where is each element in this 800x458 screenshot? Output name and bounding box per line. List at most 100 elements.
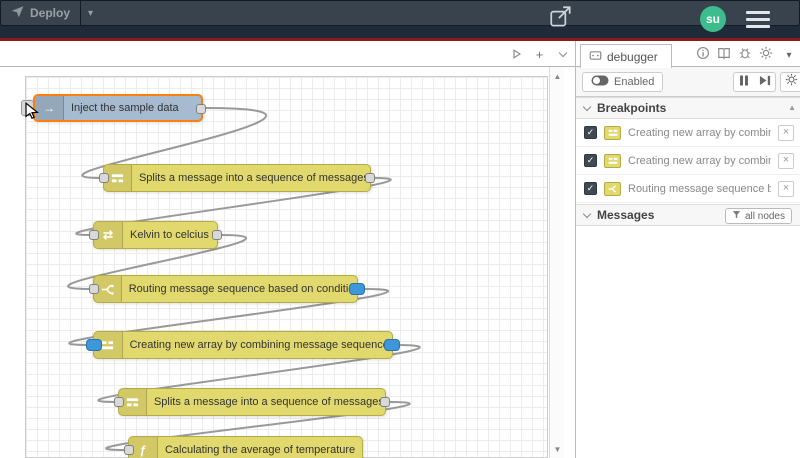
gear-icon xyxy=(759,46,773,65)
node-label: Creating new array by combining message … xyxy=(129,339,389,351)
export-icon xyxy=(548,4,574,35)
breakpoint-label: Routing message sequence based on condit… xyxy=(628,182,771,195)
remove-breakpoint-button[interactable]: × xyxy=(778,124,794,141)
chevron-down-icon: ▾ xyxy=(786,49,792,61)
pause-button[interactable] xyxy=(733,72,755,92)
input-port[interactable] xyxy=(124,445,134,455)
check-icon: ✓ xyxy=(586,183,595,193)
message-filter-button[interactable]: all nodes xyxy=(724,208,792,224)
debugger-enabled-toggle[interactable]: Enabled xyxy=(582,72,664,92)
debugger-settings-button[interactable] xyxy=(780,72,800,92)
input-port[interactable] xyxy=(99,173,109,183)
remove-breakpoint-button[interactable]: × xyxy=(778,152,794,169)
node-function[interactable]: ƒ Calculating the average of temperature xyxy=(124,436,363,458)
debugger-tab-label: debugger xyxy=(607,49,658,64)
toggle-on-icon xyxy=(591,75,609,89)
enabled-label: Enabled xyxy=(614,76,655,88)
step-forward-icon xyxy=(759,73,771,91)
avatar-initials: su xyxy=(705,12,720,26)
input-port[interactable] xyxy=(89,284,99,294)
deploy-options-button[interactable]: ▾ xyxy=(80,1,100,25)
join-mini-node-icon xyxy=(604,125,621,140)
scroll-up-button[interactable]: ▲ xyxy=(550,69,565,83)
breakpoint-label: Creating new array by combining message … xyxy=(628,126,771,139)
breakpoint-checkbox[interactable]: ✓ xyxy=(584,154,597,167)
sidebar-tab-debug[interactable] xyxy=(734,46,755,64)
input-port[interactable] xyxy=(89,230,99,240)
debugger-tab-icon xyxy=(589,49,602,65)
deploy-button[interactable]: Deploy ▾ xyxy=(0,0,800,26)
node-label: Kelvin to celcius xyxy=(130,229,209,241)
main-menu-button[interactable] xyxy=(744,8,772,30)
plus-icon: + xyxy=(535,46,544,62)
flow-list-button[interactable] xyxy=(551,44,574,64)
pause-icon xyxy=(739,73,749,91)
node-split[interactable]: Splits a message into a sequence of mess… xyxy=(114,388,390,416)
check-icon: ✓ xyxy=(586,155,595,165)
section-messages[interactable]: Messages all nodes xyxy=(576,204,800,226)
filter-label: all nodes xyxy=(744,210,785,222)
export-button[interactable] xyxy=(546,5,576,33)
debugger-sidebar: Enabled Breakpoints ▲ ✓ Creating new arr… xyxy=(576,67,800,458)
close-icon: × xyxy=(782,125,790,138)
input-port[interactable] xyxy=(114,397,124,407)
sidebar-tab-info[interactable] xyxy=(692,46,713,64)
output-port-breakpoint[interactable] xyxy=(349,283,365,295)
breakpoint-row[interactable]: ✓ Routing message sequence based on cond… xyxy=(576,175,800,203)
add-flow-button[interactable]: + xyxy=(528,44,551,64)
user-avatar[interactable]: su xyxy=(700,6,726,32)
node-inject[interactable]: → Inject the sample data xyxy=(33,94,206,122)
sidebar-tab-debugger[interactable]: debugger xyxy=(580,44,672,68)
canvas-vertical-scrollbar[interactable]: ▲ ▼ xyxy=(549,67,564,458)
switch-mini-node-icon xyxy=(604,181,621,196)
close-icon: × xyxy=(782,181,790,194)
info-icon xyxy=(696,46,710,65)
output-port[interactable] xyxy=(212,230,222,240)
sidebar-tab-list-button[interactable]: ▾ xyxy=(780,46,798,64)
gear-icon xyxy=(785,73,798,91)
breakpoint-row[interactable]: ✓ Creating new array by combining messag… xyxy=(576,119,800,147)
section-breakpoints[interactable]: Breakpoints ▲ xyxy=(576,97,800,119)
node-label: Splits a message into a sequence of mess… xyxy=(138,172,370,184)
node-join[interactable]: Creating new array by combining message … xyxy=(86,331,400,359)
node-label: Inject the sample data xyxy=(71,102,179,114)
output-port-breakpoint[interactable] xyxy=(384,339,400,351)
breakpoint-row[interactable]: ✓ Creating new array by combining messag… xyxy=(576,147,800,175)
workspace-tabbar: + debugger ▾ xyxy=(0,41,800,68)
mouse-cursor xyxy=(25,102,39,119)
breakpoint-checkbox[interactable]: ✓ xyxy=(584,126,597,139)
messages-section-label: Messages xyxy=(597,208,655,222)
node-change[interactable]: ⇄ Kelvin to celcius xyxy=(89,221,222,249)
node-label: Routing message sequence based on condit… xyxy=(128,283,357,295)
join-mini-node-icon xyxy=(604,153,621,168)
close-icon: × xyxy=(782,153,790,166)
tab-scroll-tools: + xyxy=(505,44,574,64)
remove-breakpoint-button[interactable]: × xyxy=(778,180,794,197)
output-port[interactable] xyxy=(380,397,390,407)
debugger-toolbar: Enabled xyxy=(576,67,800,97)
output-port[interactable] xyxy=(196,104,206,114)
output-port[interactable] xyxy=(365,173,375,183)
scroll-down-icon: ▼ xyxy=(553,444,562,454)
breakpoint-label: Creating new array by combining message … xyxy=(628,154,771,167)
chevron-down-icon xyxy=(582,102,592,111)
step-button[interactable] xyxy=(754,72,776,92)
tab-scroll-right-button[interactable] xyxy=(505,44,528,64)
deploy-main[interactable]: Deploy xyxy=(1,1,80,25)
input-port-breakpoint[interactable] xyxy=(86,339,102,351)
deploy-icon xyxy=(11,5,24,21)
node-split[interactable]: Splits a message into a sequence of mess… xyxy=(99,164,375,192)
sidebar-tab-icons xyxy=(692,46,776,64)
section-scroll-up-icon[interactable]: ▲ xyxy=(788,103,796,112)
node-label: Splits a message into a sequence of mess… xyxy=(153,396,385,408)
scroll-up-icon: ▲ xyxy=(553,71,562,81)
scroll-down-button[interactable]: ▼ xyxy=(550,442,565,456)
book-icon xyxy=(717,46,731,65)
breakpoint-checkbox[interactable]: ✓ xyxy=(584,182,597,195)
sidebar-tab-config[interactable] xyxy=(755,46,776,64)
sidebar-tab-help[interactable] xyxy=(713,46,734,64)
bug-icon xyxy=(738,46,752,65)
node-switch[interactable]: Routing message sequence based on condit… xyxy=(89,275,365,303)
node-label: Calculating the average of temperature xyxy=(164,444,356,456)
breakpoints-section-label: Breakpoints xyxy=(597,101,667,115)
